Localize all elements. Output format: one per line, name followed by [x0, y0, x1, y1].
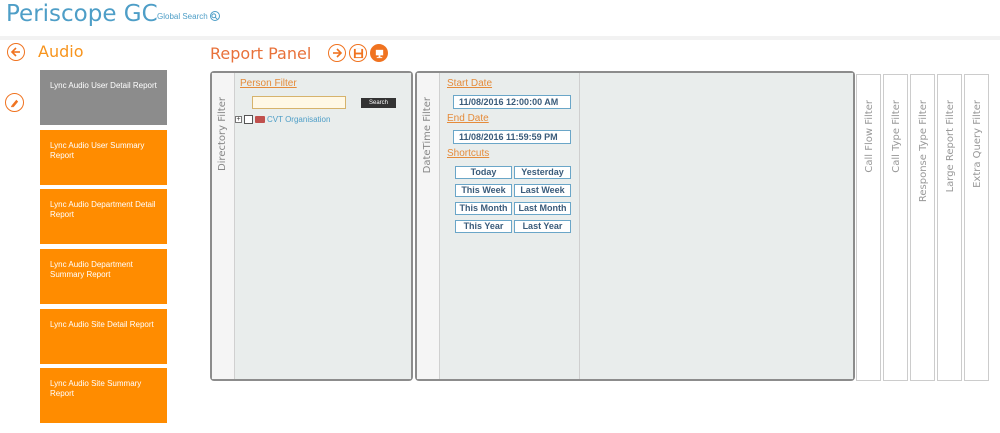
- edit-button[interactable]: [5, 93, 24, 112]
- start-date-value: 11/08/2016 12:00:00 AM: [459, 97, 559, 107]
- global-search-link[interactable]: Global Search: [157, 11, 220, 21]
- datetime-filter-label: DateTime Filter: [422, 97, 433, 174]
- tree-checkbox[interactable]: [244, 115, 253, 124]
- large-report-filter-label: Large Report Filter: [945, 100, 956, 193]
- report-tile-label: Lync Audio Department Summary Report: [50, 260, 133, 280]
- shortcut-this-year-button[interactable]: This Year: [455, 220, 512, 233]
- report-list: Lync Audio User Detail Report Lync Audio…: [40, 70, 167, 428]
- report-tile-label: Lync Audio User Detail Report: [50, 81, 157, 90]
- report-panel: Directory Filter Person Filter Search + …: [210, 70, 993, 383]
- report-tile-department-detail[interactable]: Lync Audio Department Detail Report: [40, 189, 167, 245]
- section-title: Audio: [38, 42, 84, 61]
- run-report-button[interactable]: [328, 44, 346, 62]
- tree-node-cvt-organisation[interactable]: + CVT Organisation: [235, 115, 330, 124]
- folder-icon: [255, 116, 265, 123]
- call-flow-filter-tab[interactable]: Call Flow Filter: [856, 74, 881, 381]
- report-tile-label: Lync Audio User Summary Report: [50, 140, 145, 160]
- call-type-filter-tab[interactable]: Call Type Filter: [883, 74, 908, 381]
- back-button[interactable]: [7, 43, 25, 61]
- arrow-left-icon: [10, 47, 20, 57]
- tree-node-label: CVT Organisation: [267, 115, 331, 124]
- report-tile-label: Lync Audio Site Detail Report: [50, 319, 154, 329]
- datetime-filter-tab[interactable]: DateTime Filter: [417, 73, 440, 379]
- start-date-field[interactable]: 11/08/2016 12:00:00 AM: [453, 95, 571, 109]
- extra-query-filter-tab[interactable]: Extra Query Filter: [964, 74, 989, 381]
- save-icon: [353, 48, 363, 58]
- panel-title: Report Panel: [210, 44, 312, 63]
- top-bar: Periscope GC Global Search: [0, 0, 1000, 36]
- expand-icon[interactable]: +: [235, 116, 242, 123]
- global-search-label: Global Search: [157, 11, 208, 21]
- report-tile-label: Lync Audio Department Detail Report: [50, 200, 156, 220]
- shortcut-yesterday-button[interactable]: Yesterday: [514, 166, 571, 179]
- response-type-filter-label: Response Type Filter: [918, 100, 929, 203]
- call-flow-filter-label: Call Flow Filter: [864, 100, 875, 173]
- directory-filter-label: Directory Filter: [217, 97, 228, 172]
- shortcut-last-week-button[interactable]: Last Week: [514, 184, 571, 197]
- shortcut-last-year-button[interactable]: Last Year: [514, 220, 571, 233]
- shortcut-last-month-button[interactable]: Last Month: [514, 202, 571, 215]
- person-search-input[interactable]: [252, 96, 346, 109]
- report-tile-site-summary[interactable]: Lync Audio Site Summary Report: [40, 368, 167, 424]
- pencil-icon: [10, 99, 19, 108]
- save-report-button[interactable]: [349, 44, 367, 62]
- extra-query-filter-label: Extra Query Filter: [972, 100, 983, 188]
- end-date-label[interactable]: End Date: [447, 113, 489, 124]
- topbar-divider: [0, 36, 1000, 40]
- search-icon: [209, 11, 220, 21]
- report-tile-department-summary[interactable]: Lync Audio Department Summary Report: [40, 249, 167, 305]
- response-type-filter-tab[interactable]: Response Type Filter: [910, 74, 935, 381]
- person-search-button[interactable]: Search: [361, 98, 396, 108]
- call-type-filter-label: Call Type Filter: [891, 100, 902, 173]
- large-report-filter-tab[interactable]: Large Report Filter: [937, 74, 962, 381]
- export-report-button[interactable]: [370, 44, 388, 62]
- directory-filter-tab[interactable]: Directory Filter: [212, 73, 235, 379]
- app-title: Periscope GC: [6, 1, 158, 27]
- arrow-right-icon: [333, 48, 343, 58]
- datetime-divider: [579, 73, 580, 379]
- shortcut-this-month-button[interactable]: This Month: [455, 202, 512, 215]
- report-tile-user-summary[interactable]: Lync Audio User Summary Report: [40, 129, 167, 185]
- shortcut-today-button[interactable]: Today: [455, 166, 512, 179]
- report-tile-site-detail[interactable]: Lync Audio Site Detail Report: [40, 308, 167, 364]
- report-tile-user-detail[interactable]: Lync Audio User Detail Report: [40, 70, 167, 125]
- datetime-filter-panel: DateTime Filter Start Date 11/08/2016 12…: [415, 71, 855, 381]
- report-tile-label: Lync Audio Site Summary Report: [50, 379, 142, 399]
- export-icon: [375, 49, 383, 58]
- end-date-field[interactable]: 11/08/2016 11:59:59 PM: [453, 130, 571, 144]
- person-filter-link[interactable]: Person Filter: [240, 78, 297, 89]
- shortcut-this-week-button[interactable]: This Week: [455, 184, 512, 197]
- start-date-label[interactable]: Start Date: [447, 78, 492, 89]
- shortcuts-label: Shortcuts: [447, 148, 490, 159]
- directory-filter-panel: Directory Filter Person Filter Search + …: [210, 71, 413, 381]
- panel-toolbar: [328, 44, 388, 62]
- end-date-value: 11/08/2016 11:59:59 PM: [459, 132, 558, 142]
